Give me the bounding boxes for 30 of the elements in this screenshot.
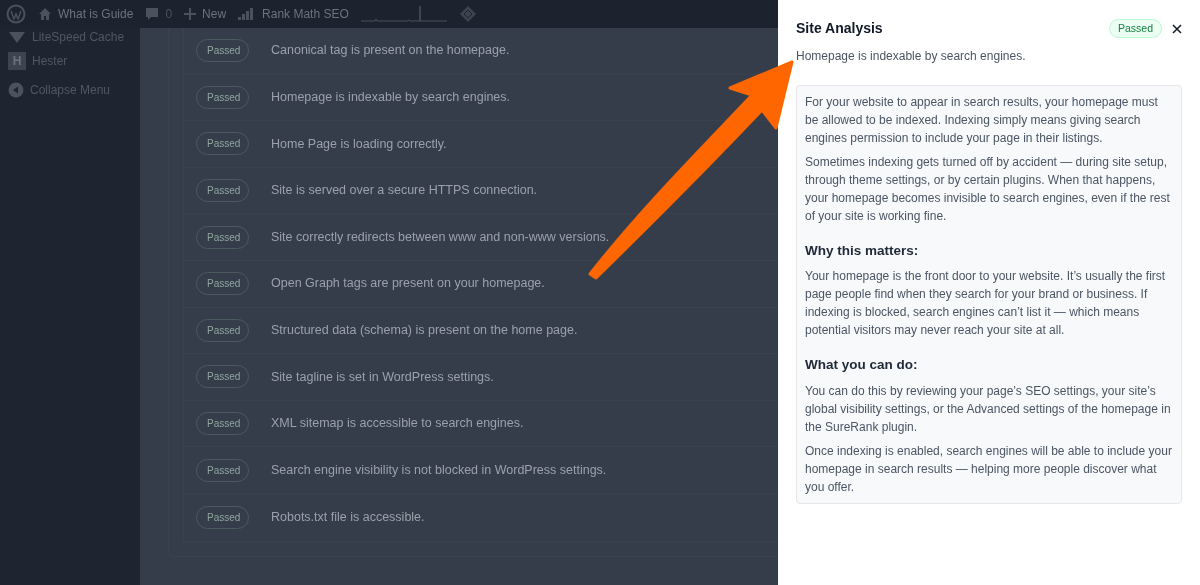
check-text: Robots.txt file is accessible. bbox=[271, 508, 425, 526]
new-link[interactable]: New bbox=[202, 5, 227, 23]
check-text: Open Graph tags are present on your homepage. bbox=[271, 275, 545, 293]
seo-link[interactable]: Rank Math SEO bbox=[262, 5, 349, 23]
check-text: Search engine visibility is not blocked in WordPress settings. bbox=[271, 461, 607, 479]
check-text: Site is served over a secure HTTPS connection. bbox=[271, 182, 538, 200]
drawer-subtitle: Homepage is indexable by search engines. bbox=[796, 48, 1027, 65]
check-text: Site tagline is set in WordPress settings. bbox=[271, 368, 494, 386]
collapse-icon bbox=[8, 81, 24, 98]
site-name-link[interactable]: What is Guide bbox=[58, 5, 134, 23]
comment-icon[interactable] bbox=[145, 7, 160, 21]
paragraph: You can do this by reviewing your page’s SEO settings, your site’s global visibility settings, or the Advanced settings of the homepage in the SureRank plugin. bbox=[805, 382, 1172, 436]
home-icon[interactable] bbox=[38, 7, 52, 21]
check-text: Canonical tag is present on the homepage. bbox=[271, 42, 510, 60]
section-heading: What you can do: bbox=[805, 356, 919, 375]
check-text: XML sitemap is accessible to search engines. bbox=[271, 415, 524, 433]
check-text: Home Page is loading correctly. bbox=[271, 135, 447, 153]
paragraph: Sometimes indexing gets turned off by accident — during site setup, through theme settings, or by certain plugins. When that happens, your homepage becomes invisible to search engines, even if the rest of your site is working fine. bbox=[805, 154, 1171, 225]
wordpress-logo-icon[interactable] bbox=[6, 4, 26, 24]
drawer-title: Site Analysis bbox=[796, 19, 883, 38]
paragraph: Once indexing is enabled, search engines will be able to include your homepage in search results — helping more people discover what you offer. bbox=[805, 442, 1173, 496]
section-heading: Why this matters: bbox=[805, 242, 920, 260]
check-text: Site correctly redirects between www and non-www versions. bbox=[271, 228, 610, 246]
status-badge: Passed bbox=[1108, 18, 1162, 39]
check-text: Homepage is indexable by search engines. bbox=[271, 89, 511, 106]
check-text: Structured data (schema) is present on the home page. bbox=[271, 322, 578, 339]
close-icon[interactable] bbox=[1172, 23, 1182, 34]
plus-icon[interactable] bbox=[184, 8, 197, 20]
paragraph: For your website to appear in search results, your homepage must be allowed to be indexed. Indexing simply means giving search engines permission to include your page in their listings. bbox=[805, 94, 1159, 147]
paragraph: Your homepage is the front door to your website. It’s usually the first page people find when they search for your brand or business. If indexing is blocked, search engines can’t list it — which means potential visitors may never reach your site at all. bbox=[805, 268, 1167, 340]
